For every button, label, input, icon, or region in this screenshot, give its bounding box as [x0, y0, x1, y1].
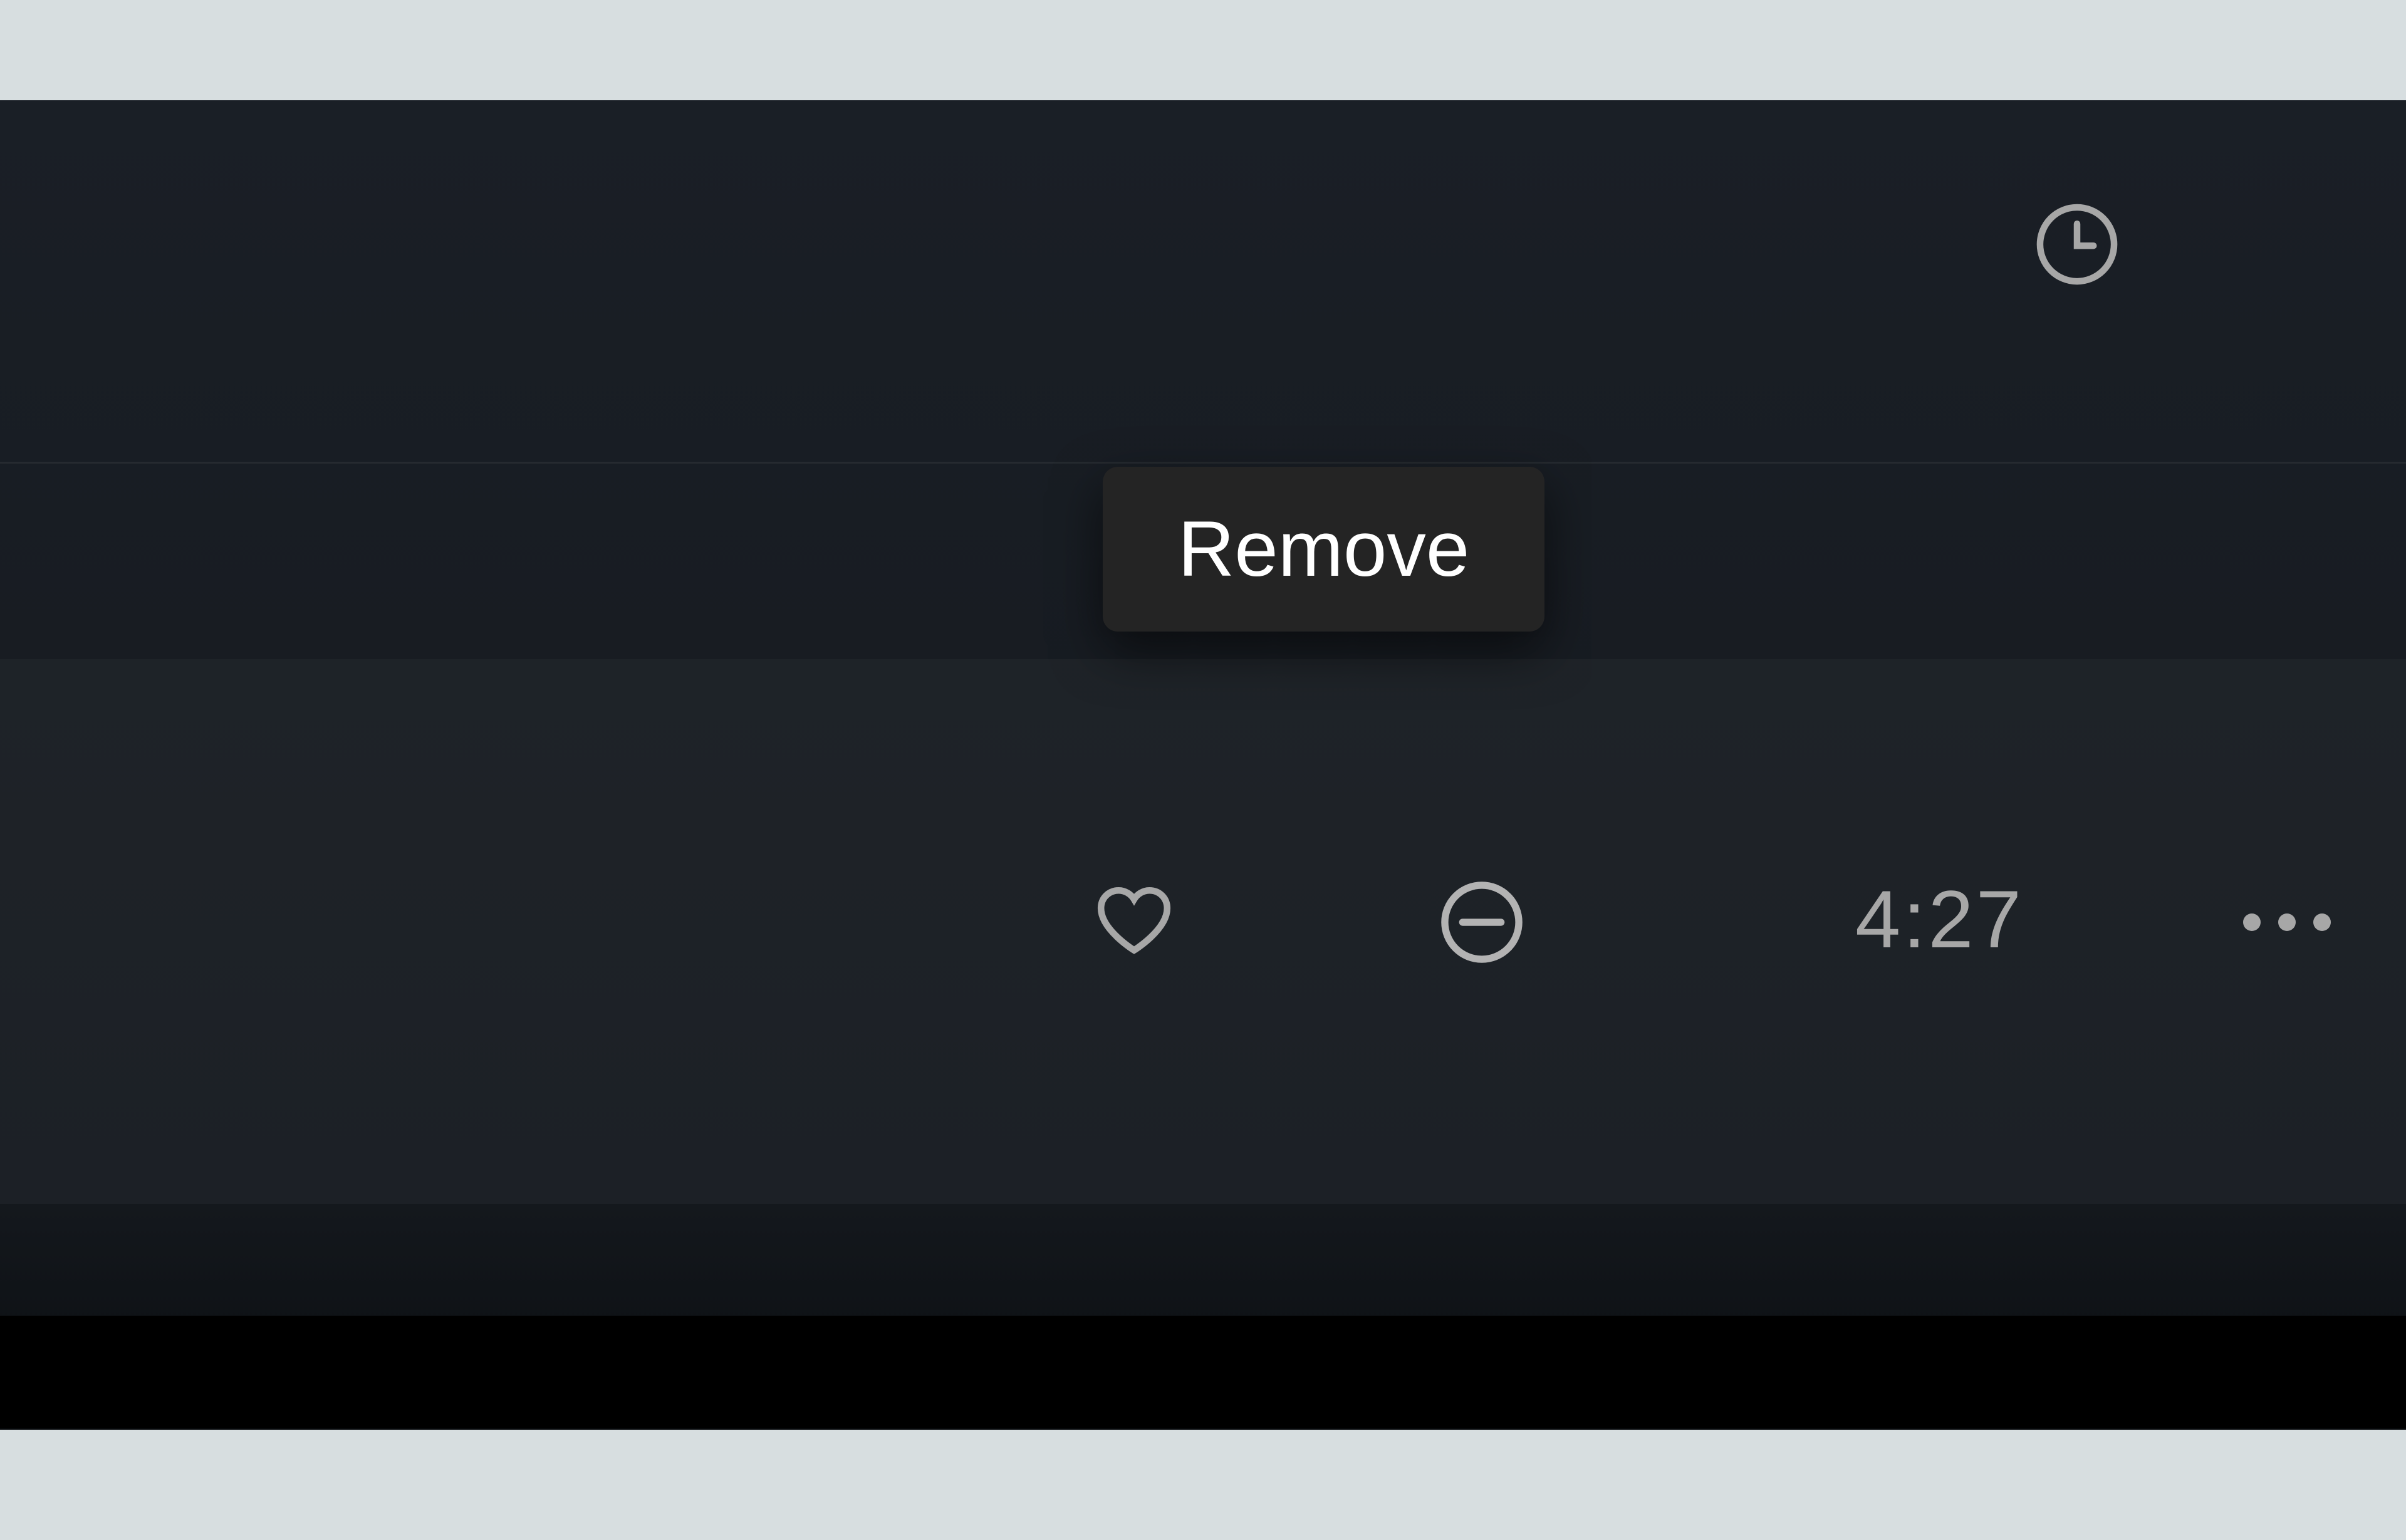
track-row[interactable]: 4:27 [0, 659, 2406, 1204]
heart-icon [1093, 882, 1175, 963]
table-header-row: d [0, 100, 2406, 464]
remove-button[interactable] [1438, 878, 1526, 966]
track-duration: 4:27 [1855, 872, 2024, 966]
clock-icon [2033, 200, 2121, 288]
ellipsis-icon [2243, 913, 2261, 931]
ellipsis-icon [2278, 913, 2296, 931]
now-playing-bar [0, 1316, 2406, 1428]
like-button[interactable] [1093, 882, 1175, 963]
tooltip-label: Remove [1178, 504, 1469, 594]
more-options-button[interactable] [2231, 903, 2331, 941]
circle-minus-icon [1438, 878, 1526, 966]
duration-column-header[interactable] [2033, 200, 2121, 288]
app-window: d Remove 4:27 [0, 100, 2406, 1428]
tooltip: Remove [1103, 467, 1544, 632]
ellipsis-icon [2313, 913, 2331, 931]
